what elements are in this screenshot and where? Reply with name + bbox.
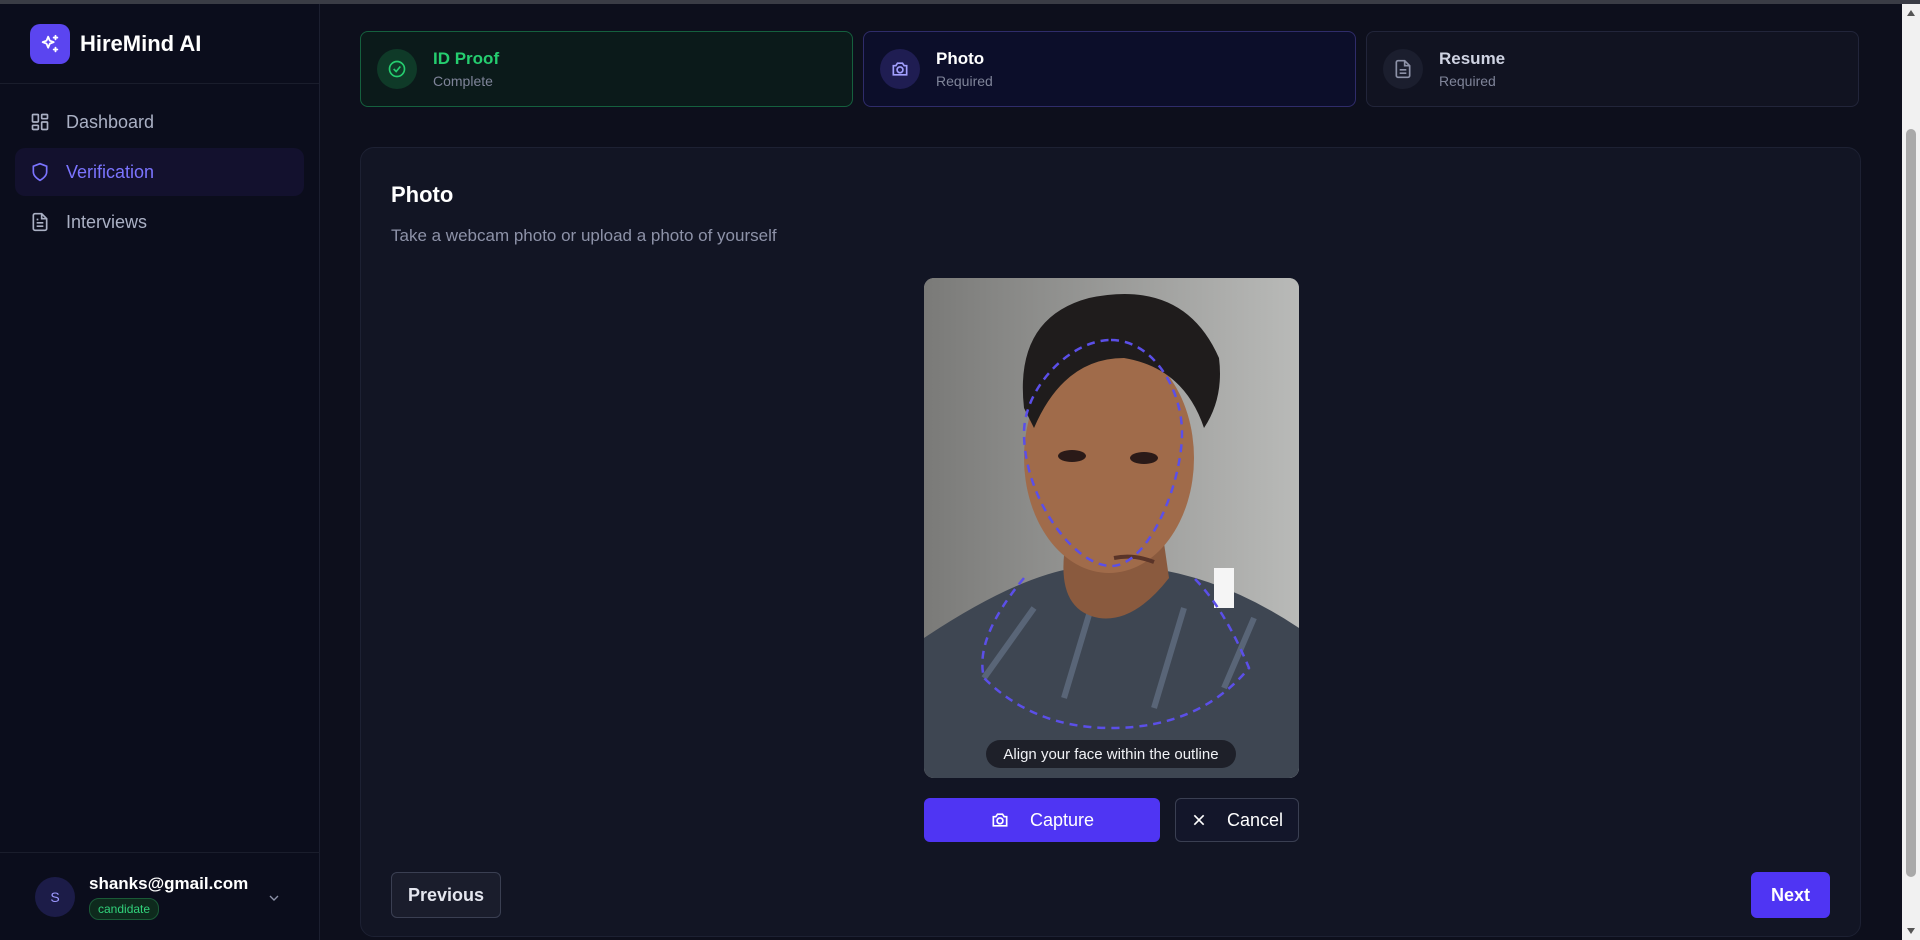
page-title: Photo: [391, 182, 454, 207]
document-icon: [32, 212, 48, 232]
step-status: Required: [1439, 73, 1496, 89]
step-resume[interactable]: Resume Required: [1366, 31, 1859, 107]
camera-icon: [992, 813, 1008, 827]
sidebar-item-interviews[interactable]: Interviews: [15, 198, 304, 246]
page-subtitle: Take a webcam photo or upload a photo of…: [391, 226, 777, 245]
shield-icon: [32, 162, 48, 182]
scroll-down-arrow-icon[interactable]: [1907, 928, 1915, 934]
step-title: ID Proof: [433, 49, 500, 68]
next-button[interactable]: Next: [1751, 872, 1830, 918]
sidebar-item-label: Verification: [66, 161, 155, 182]
grid-icon: [31, 113, 49, 131]
scroll-up-arrow-icon[interactable]: [1907, 10, 1915, 16]
sidebar-item-label: Dashboard: [66, 111, 155, 132]
avatar: S: [35, 876, 75, 917]
cancel-label: Cancel: [1226, 809, 1284, 830]
user-email: shanks@gmail.com: [89, 873, 249, 893]
step-id-proof[interactable]: ID Proof Complete: [360, 31, 853, 107]
sidebar-item-verification[interactable]: Verification: [15, 148, 304, 196]
sidebar: HireMind AI Dashboard Verification Inter…: [0, 4, 320, 940]
file-icon: [1383, 49, 1423, 89]
camera-hint: Align your face within the outline: [986, 740, 1236, 768]
step-text: ID Proof Complete: [433, 49, 499, 89]
check-circle-icon: [377, 49, 417, 89]
scrollbar-thumb[interactable]: [1906, 129, 1916, 877]
user-info: shanks@gmail.com candidate: [89, 874, 248, 920]
webcam-feed: [924, 278, 1299, 778]
chevron-down-icon[interactable]: [266, 890, 282, 906]
capture-button[interactable]: Capture: [924, 798, 1160, 842]
sidebar-item-label: Interviews: [66, 211, 148, 232]
step-title: Photo: [936, 49, 985, 68]
sidebar-nav: Dashboard Verification Interviews: [0, 84, 319, 262]
step-status: Complete: [433, 73, 493, 89]
previous-button[interactable]: Previous: [391, 872, 501, 918]
photo-card: Photo Take a webcam photo or upload a ph…: [360, 147, 1861, 937]
close-icon: [1193, 814, 1205, 826]
webcam-preview: Align your face within the outline: [924, 278, 1299, 778]
capture-label: Capture: [1029, 809, 1095, 830]
brand-name: HireMind AI: [80, 30, 202, 56]
camera-icon: [880, 49, 920, 89]
role-badge: candidate: [89, 897, 160, 920]
user-menu[interactable]: S shanks@gmail.com candidate: [0, 852, 320, 940]
cancel-button[interactable]: Cancel: [1175, 798, 1299, 842]
step-text: Photo Required: [936, 49, 993, 89]
sparkles-icon: [30, 23, 70, 64]
verification-steps: ID Proof Complete Photo Required Resume …: [360, 31, 1860, 107]
step-title: Resume: [1439, 49, 1506, 68]
step-photo[interactable]: Photo Required: [863, 31, 1356, 107]
page-scrollbar[interactable]: [1902, 4, 1920, 940]
main-content: ID Proof Complete Photo Required Resume …: [360, 4, 1861, 937]
brand[interactable]: HireMind AI: [0, 4, 319, 84]
sidebar-item-dashboard[interactable]: Dashboard: [15, 98, 304, 146]
step-status: Required: [936, 73, 993, 89]
step-text: Resume Required: [1439, 49, 1505, 89]
